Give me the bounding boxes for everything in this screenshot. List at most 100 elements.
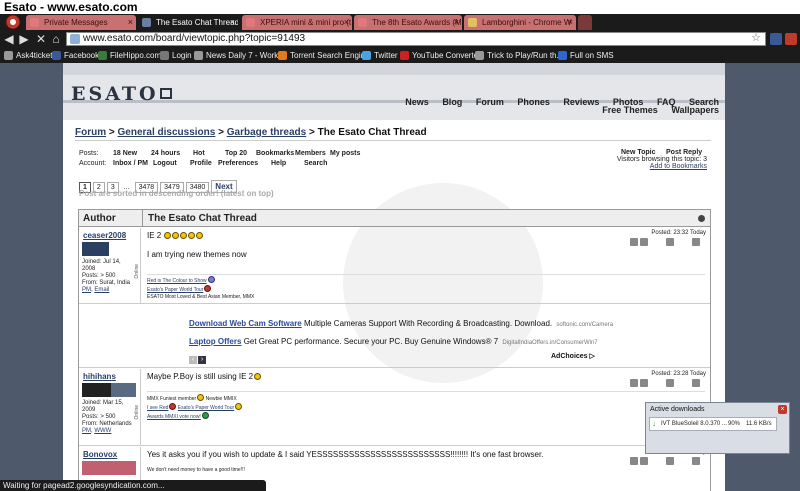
ad-url[interactable]: DigitalIndiaOffers.in/ConsumerWin7: [502, 340, 597, 346]
pm-link[interactable]: PM: [82, 428, 91, 434]
post-username[interactable]: Bonovox: [83, 450, 117, 459]
nav-free-themes[interactable]: Free Themes: [602, 105, 658, 115]
link-profile[interactable]: Profile: [190, 159, 212, 169]
reply-icon[interactable]: [640, 238, 648, 246]
signature-link[interactable]: Esato's Paper World Tour: [147, 287, 203, 293]
nav-phones[interactable]: Phones: [517, 97, 550, 107]
ad-prev-icon[interactable]: ‹: [189, 356, 197, 364]
bookmark-news-daily[interactable]: News Daily 7 - Work...: [194, 48, 285, 63]
www-link[interactable]: WWW: [94, 428, 111, 434]
quote-icon[interactable]: [630, 379, 638, 387]
ad-next-icon[interactable]: ›: [198, 356, 206, 364]
close-icon[interactable]: ×: [230, 15, 235, 30]
link-members[interactable]: Members: [295, 149, 326, 159]
tab-esato-chat-thread[interactable]: The Esato Chat Thread ×: [138, 15, 238, 30]
signature-link[interactable]: Awards MMXI vote now!: [147, 414, 201, 420]
bookmark-star-icon[interactable]: ☆: [751, 32, 761, 44]
signature-link[interactable]: I see Red: [147, 405, 168, 411]
home-icon[interactable]: ⌂: [50, 32, 62, 46]
new-tab-button[interactable]: [578, 15, 592, 30]
add-to-bookmarks-link[interactable]: Add to Bookmarks: [617, 163, 707, 170]
quote-icon[interactable]: [630, 238, 638, 246]
adchoices-link[interactable]: AdChoices ▷: [551, 352, 595, 360]
tab-private-messages[interactable]: Private Messages ×: [26, 15, 136, 30]
post-username[interactable]: hihihans: [83, 372, 116, 381]
ad-title[interactable]: Download Web Cam Software: [189, 319, 302, 328]
close-icon[interactable]: ×: [778, 405, 787, 414]
signature-link[interactable]: Esato's Paper World Tour: [178, 405, 234, 411]
link-preferences[interactable]: Preferences: [218, 159, 258, 169]
link-hot[interactable]: Hot: [193, 149, 205, 159]
ad-url[interactable]: softonic.com/Camera: [556, 322, 613, 328]
link-search[interactable]: Search: [304, 159, 327, 169]
bookmark-ask4ticket[interactable]: Ask4ticket: [4, 48, 52, 63]
quote-icon[interactable]: [630, 457, 638, 465]
facebook-extension-icon[interactable]: [770, 33, 782, 45]
signature-link[interactable]: Red is The Colour to Show: [147, 278, 207, 284]
bookmark-login[interactable]: Login: [160, 48, 192, 63]
reply-icon[interactable]: [640, 379, 648, 387]
logo-box-icon: [159, 88, 172, 99]
bookmark-filehippo[interactable]: FileHippo.com: [98, 48, 161, 63]
close-icon[interactable]: ×: [128, 15, 133, 30]
link-inbox-pm[interactable]: Inbox / PM: [113, 159, 148, 169]
bookmark-trick-to-play[interactable]: Trick to Play/Run th...: [475, 48, 563, 63]
wrench-menu-icon[interactable]: [785, 33, 797, 45]
nav-blog[interactable]: Blog: [442, 97, 462, 107]
back-icon[interactable]: ◀: [3, 32, 15, 46]
bookmark-facebook[interactable]: Facebook: [52, 48, 99, 63]
report-icon[interactable]: [692, 457, 700, 465]
collapse-icon[interactable]: [698, 215, 705, 222]
bookmark-torrent-search[interactable]: Torrent Search Engine: [278, 48, 370, 63]
nav-forum[interactable]: Forum: [476, 97, 504, 107]
breadcrumb-forum[interactable]: Forum: [75, 127, 106, 138]
edit-icon[interactable]: [666, 457, 674, 465]
bookmark-twitter[interactable]: Twitter: [362, 48, 398, 63]
post-reply-button[interactable]: Post Reply: [666, 149, 702, 156]
stop-icon[interactable]: ✕: [35, 32, 47, 46]
filehippo-icon: [98, 51, 107, 60]
tab-esato-awards[interactable]: The 8th Esato Awards (M ×: [354, 15, 462, 30]
link-logout[interactable]: Logout: [153, 159, 177, 169]
bookmark-label: Twitter: [374, 51, 398, 60]
link-24-hours[interactable]: 24 hours: [151, 149, 180, 159]
nav-news[interactable]: News: [405, 97, 429, 107]
url-input[interactable]: www.esato.com/board/viewtopic.php?topic=…: [66, 32, 766, 46]
smiley-icon: [254, 373, 262, 380]
email-link[interactable]: Email: [94, 287, 109, 293]
link-bookmarks[interactable]: Bookmarks: [256, 149, 294, 159]
link-top-20[interactable]: Top 20: [225, 149, 247, 159]
signature-badge-icon: [204, 285, 212, 292]
bookmark-full-on-sms[interactable]: Full on SMS: [558, 48, 614, 63]
link-my-posts[interactable]: My posts: [330, 149, 360, 159]
edit-icon[interactable]: [666, 379, 674, 387]
forward-icon[interactable]: ▶: [18, 32, 30, 46]
link-help[interactable]: Help: [271, 159, 286, 169]
tab-lamborghini[interactable]: Lamborghini - Chrome W ×: [464, 15, 576, 30]
bookmark-youtube-converter[interactable]: YouTube Converter: [400, 48, 481, 63]
pm-link[interactable]: PM: [82, 287, 91, 293]
thread-title: The Esato Chat Thread: [142, 210, 710, 227]
download-item[interactable]: ↓ IVT BlueSoleil 8.0.370 ... 90% 11.6 KB…: [649, 417, 777, 431]
ad-item[interactable]: Laptop Offers Get Great PC performance. …: [189, 337, 598, 346]
ad-title[interactable]: Laptop Offers: [189, 337, 241, 346]
reply-icon[interactable]: [640, 457, 648, 465]
nav-wallpapers[interactable]: Wallpapers: [671, 105, 719, 115]
browser-logo-icon[interactable]: [2, 14, 24, 30]
edit-icon[interactable]: [666, 238, 674, 246]
tab-xperia-mini[interactable]: XPERIA mini & mini pro (t ×: [242, 15, 352, 30]
close-icon[interactable]: ×: [454, 15, 459, 30]
ad-item[interactable]: Download Web Cam Software Multiple Camer…: [189, 319, 613, 328]
esato-logo[interactable]: ESATO: [71, 83, 172, 105]
post-username[interactable]: ceaser2008: [83, 231, 126, 240]
report-icon[interactable]: [692, 238, 700, 246]
breadcrumb-general-discussions[interactable]: General discussions: [118, 127, 216, 138]
close-icon[interactable]: ×: [344, 15, 349, 30]
close-icon[interactable]: ×: [568, 15, 573, 30]
breadcrumb-garbage-threads[interactable]: Garbage threads: [227, 127, 306, 138]
new-topic-button[interactable]: New Topic: [621, 149, 655, 156]
address-bar-row: ◀ ▶ ✕ ⌂ www.esato.com/board/viewtopic.ph…: [0, 30, 800, 48]
posts-label: Posts:: [79, 150, 99, 157]
link-18-new[interactable]: 18 New: [113, 149, 137, 159]
report-icon[interactable]: [692, 379, 700, 387]
